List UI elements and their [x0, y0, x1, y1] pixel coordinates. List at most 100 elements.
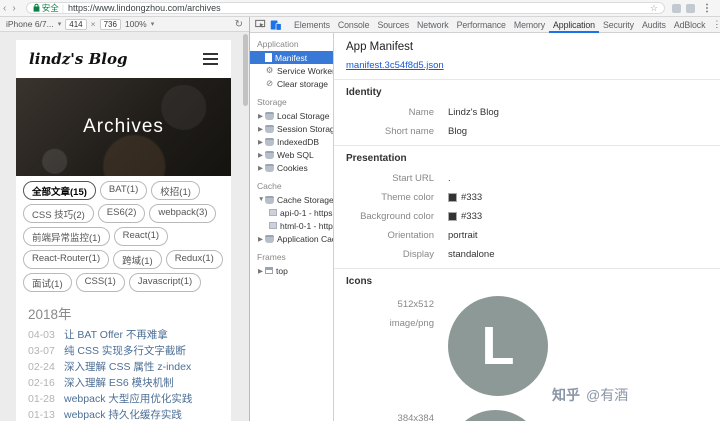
- bookmark-star-icon[interactable]: ☆: [650, 3, 658, 14]
- field-label: Theme color: [346, 192, 434, 203]
- browser-toolbar: ‹ › 安全 | https://www.lindongzhou.com/arc…: [0, 0, 720, 17]
- tag-pill[interactable]: webpack(3): [149, 204, 216, 223]
- database-icon: [265, 125, 274, 133]
- blog-logo[interactable]: lindz's Blog: [29, 50, 127, 68]
- sidebar-item-label: Application Cache: [277, 234, 334, 244]
- year-heading: 2018年: [28, 303, 219, 323]
- icon-format-label: image/png: [346, 318, 434, 329]
- post-link[interactable]: webpack 大型应用优化实践: [64, 391, 192, 407]
- icon-size-label: 512x512: [346, 299, 434, 310]
- sidebar-item-web-sql[interactable]: ▶ Web SQL: [250, 148, 333, 161]
- tab-audits[interactable]: Audits: [638, 17, 670, 33]
- dimension-separator: ×: [91, 19, 96, 29]
- sidebar-item-cache-entry[interactable]: html-0-1 - https://w: [250, 219, 333, 232]
- chevron-right-icon: ▶: [258, 164, 265, 172]
- post-link[interactable]: webpack 持久化缓存实践: [64, 407, 182, 421]
- hero-banner: Archives: [16, 78, 231, 176]
- tag-pill[interactable]: 跨域(1): [113, 250, 162, 269]
- post-link[interactable]: 深入理解 CSS 属性 z-index: [64, 359, 191, 375]
- app-icon-image: L: [448, 410, 543, 421]
- sidebar-item-cookies[interactable]: ▶ Cookies: [250, 161, 333, 174]
- browser-menu-icon[interactable]: ⋮: [700, 0, 714, 17]
- clear-storage-icon: ⊘: [265, 78, 274, 89]
- hamburger-menu-icon[interactable]: [203, 53, 218, 65]
- post-link[interactable]: 纯 CSS 实现多行文字截断: [64, 343, 186, 359]
- tab-adblock[interactable]: AdBlock: [670, 17, 710, 33]
- sidebar-item-cache-storage[interactable]: ▼ Cache Storage: [250, 193, 333, 206]
- database-icon: [265, 151, 274, 159]
- tag-pill[interactable]: 全部文章(15): [23, 181, 96, 200]
- address-bar[interactable]: 安全 | https://www.lindongzhou.com/archive…: [26, 2, 665, 14]
- tab-network[interactable]: Network: [413, 17, 453, 33]
- tag-pill[interactable]: 校招(1): [151, 181, 200, 200]
- lock-icon[interactable]: [33, 0, 40, 17]
- tab-elements[interactable]: Elements: [290, 17, 334, 33]
- tab-security[interactable]: Security: [599, 17, 638, 33]
- tag-pill[interactable]: CSS(1): [76, 273, 125, 292]
- sidebar-item-manifest[interactable]: Manifest: [250, 51, 333, 64]
- tag-pill[interactable]: Javascript(1): [129, 273, 201, 292]
- tag-pill[interactable]: ES6(2): [98, 204, 146, 223]
- device-width-field[interactable]: 414: [65, 19, 86, 30]
- field-value: Lindz's Blog: [448, 107, 499, 118]
- toggle-device-toolbar-icon[interactable]: [268, 19, 284, 31]
- sidebar-item-top-frame[interactable]: ▶ top: [250, 264, 333, 277]
- url-text[interactable]: https://www.lindongzhou.com/archives: [68, 3, 221, 13]
- section-divider: [334, 268, 720, 269]
- tab-sources[interactable]: Sources: [373, 17, 413, 33]
- post-link[interactable]: 深入理解 ES6 模块机制: [64, 375, 174, 391]
- manifest-field-row: Orientation portrait: [346, 230, 720, 241]
- chevron-down-icon: ▾: [151, 20, 155, 28]
- sidebar-section-application[interactable]: Application: [250, 37, 333, 51]
- extension-icon[interactable]: [672, 4, 681, 13]
- tag-pill[interactable]: React-Router(1): [23, 250, 109, 269]
- secure-label: 安全: [42, 2, 59, 14]
- device-height-field[interactable]: 736: [100, 19, 121, 30]
- application-sidebar: Application Manifest ⚙ Service Workers ⊘…: [250, 33, 334, 421]
- sidebar-item-clear-storage[interactable]: ⊘ Clear storage: [250, 77, 333, 90]
- sidebar-item-service-workers[interactable]: ⚙ Service Workers: [250, 64, 333, 77]
- tag-pill[interactable]: BAT(1): [100, 181, 147, 200]
- sidebar-item-indexeddb[interactable]: ▶ IndexedDB: [250, 135, 333, 148]
- tab-performance[interactable]: Performance: [453, 17, 510, 33]
- back-icon[interactable]: ‹: [0, 0, 9, 17]
- inspect-element-icon[interactable]: [253, 19, 268, 30]
- rotate-device-icon[interactable]: ↻: [235, 19, 243, 30]
- tag-pill[interactable]: CSS 技巧(2): [23, 204, 94, 223]
- chevron-right-icon: ▶: [258, 125, 265, 133]
- page-scrollbar[interactable]: [243, 34, 248, 106]
- tag-pill[interactable]: 面试(1): [23, 273, 72, 292]
- manifest-view: App Manifest manifest.3c54f8d5.json Iden…: [334, 33, 720, 421]
- manifest-file-link[interactable]: manifest.3c54f8d5.json: [346, 60, 444, 71]
- sidebar-section-storage[interactable]: Storage: [250, 95, 333, 109]
- tag-pill[interactable]: React(1): [114, 227, 168, 246]
- field-label: Display: [346, 249, 434, 260]
- zoom-select[interactable]: 100%: [125, 19, 147, 29]
- sidebar-item-label: Local Storage: [277, 111, 329, 121]
- chevron-right-icon: ▶: [258, 267, 265, 275]
- field-label: Name: [346, 107, 434, 118]
- tab-memory[interactable]: Memory: [510, 17, 549, 33]
- sidebar-item-local-storage[interactable]: ▶ Local Storage: [250, 109, 333, 122]
- sidebar-item-application-cache[interactable]: ▶ Application Cache: [250, 232, 333, 245]
- devtools-menu-icon[interactable]: ⋮: [709, 19, 720, 30]
- forward-icon[interactable]: ›: [9, 0, 18, 17]
- chevron-right-icon: ▶: [258, 151, 265, 159]
- tag-pill[interactable]: 前端异常监控(1): [23, 227, 110, 246]
- sidebar-item-cache-entry[interactable]: api-0-1 - https://ww: [250, 206, 333, 219]
- sidebar-section-cache[interactable]: Cache: [250, 179, 333, 193]
- browser-actions: ⋮: [672, 0, 714, 17]
- field-value: .: [448, 173, 451, 184]
- sidebar-item-session-storage[interactable]: ▶ Session Storage: [250, 122, 333, 135]
- tab-application[interactable]: Application: [549, 17, 599, 33]
- post-date: 04-03: [28, 327, 64, 343]
- sidebar-section-frames[interactable]: Frames: [250, 250, 333, 264]
- post-link[interactable]: 让 BAT Offer 不再难拿: [64, 327, 168, 343]
- device-select[interactable]: iPhone 6/7...: [6, 19, 54, 29]
- panel-title: App Manifest: [346, 41, 720, 53]
- tag-pill[interactable]: Redux(1): [166, 250, 223, 269]
- tab-console[interactable]: Console: [334, 17, 374, 33]
- extension-icon[interactable]: [686, 4, 695, 13]
- database-icon: [265, 196, 274, 204]
- page-area: lindz's Blog Archives 全部文章(15) BAT(1) 校招…: [0, 32, 249, 421]
